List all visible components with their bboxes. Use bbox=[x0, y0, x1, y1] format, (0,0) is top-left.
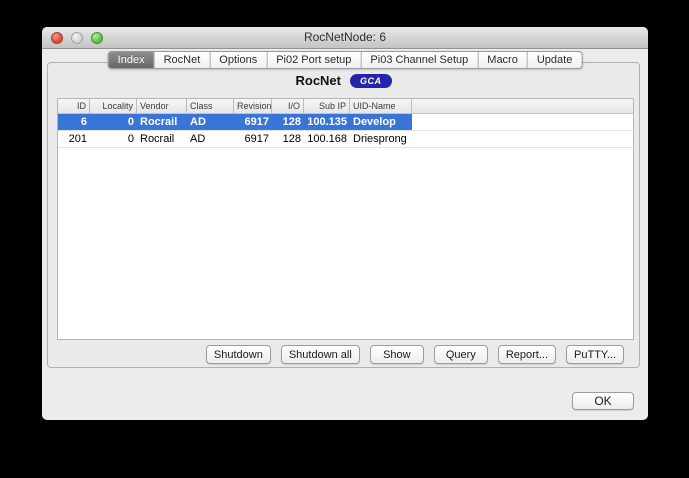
tab-index[interactable]: Index bbox=[108, 52, 155, 68]
tab-options[interactable]: Options bbox=[210, 52, 268, 68]
column-header-io[interactable]: I/O bbox=[272, 99, 304, 113]
close-icon[interactable] bbox=[51, 32, 63, 44]
gca-badge: GCA bbox=[350, 73, 392, 88]
column-header-vendor[interactable]: Vendor bbox=[137, 99, 187, 113]
shutdown-button[interactable]: Shutdown bbox=[205, 345, 271, 364]
table-header-row: ID Locality Vendor Class Revision I/O Su… bbox=[58, 99, 633, 114]
tab-macro[interactable]: Macro bbox=[478, 52, 528, 68]
zoom-icon[interactable] bbox=[91, 32, 103, 44]
cell-subip: 100.168 bbox=[307, 133, 347, 145]
cell-class: AD bbox=[187, 114, 234, 130]
report-button[interactable]: Report... bbox=[497, 345, 557, 364]
traffic-lights bbox=[51, 32, 103, 44]
column-header-subip[interactable]: Sub IP bbox=[304, 99, 350, 113]
cell-id: 201 bbox=[68, 133, 87, 145]
column-header-locality[interactable]: Locality bbox=[90, 99, 137, 113]
cell-id: 6 bbox=[58, 114, 90, 130]
cell-revision: 6917 bbox=[234, 114, 272, 130]
tab-pi02-port-setup[interactable]: Pi02 Port setup bbox=[267, 52, 362, 68]
query-button[interactable]: Query bbox=[433, 345, 488, 364]
rocnetnode-dialog: RocNetNode: 6 Index RocNet Options Pi02 … bbox=[42, 27, 648, 420]
cell-io: 128 bbox=[272, 114, 304, 130]
window-title: RocNetNode: 6 bbox=[303, 30, 387, 44]
cell-uidname: Driesprong bbox=[353, 133, 407, 145]
column-header-filler bbox=[412, 99, 633, 113]
putty-button[interactable]: PuTTY... bbox=[566, 345, 624, 364]
cell-vendor: Rocrail bbox=[137, 114, 187, 130]
column-header-revision[interactable]: Revision bbox=[234, 99, 272, 113]
column-header-class[interactable]: Class bbox=[187, 99, 234, 113]
tab-bar: Index RocNet Options Pi02 Port setup Pi0… bbox=[107, 51, 583, 69]
table-row[interactable]: 6 0 Rocrail AD 6917 128 100.135 Develop bbox=[58, 114, 633, 131]
screen-background: RocNetNode: 6 Index RocNet Options Pi02 … bbox=[0, 0, 689, 478]
cell-subip: 100.135 bbox=[304, 114, 350, 130]
column-header-id[interactable]: ID bbox=[58, 99, 90, 113]
tab-update[interactable]: Update bbox=[528, 52, 581, 68]
cell-locality: 0 bbox=[90, 114, 137, 130]
title-bar[interactable]: RocNetNode: 6 bbox=[42, 27, 648, 49]
tab-rocnet[interactable]: RocNet bbox=[155, 52, 211, 68]
rocnet-title: RocNet bbox=[295, 73, 341, 88]
column-header-uidname[interactable]: UID-Name bbox=[350, 99, 412, 113]
cell-locality: 0 bbox=[127, 133, 134, 145]
node-table: ID Locality Vendor Class Revision I/O Su… bbox=[57, 98, 634, 340]
cell-io: 128 bbox=[282, 133, 301, 145]
cell-revision: 6917 bbox=[244, 133, 269, 145]
table-row[interactable]: 201 0 Rocrail AD 6917 128 100.168 Driesp… bbox=[58, 131, 633, 148]
ok-button[interactable]: OK bbox=[572, 392, 634, 410]
minimize-icon[interactable] bbox=[71, 32, 83, 44]
shutdown-all-button[interactable]: Shutdown all bbox=[280, 345, 360, 364]
cell-uidname: Develop bbox=[350, 114, 412, 130]
cell-vendor: Rocrail bbox=[140, 133, 175, 145]
action-button-row: Shutdown Shutdown all Show Query Report.… bbox=[205, 345, 624, 364]
tab-pi03-channel-setup[interactable]: Pi03 Channel Setup bbox=[361, 52, 479, 68]
show-button[interactable]: Show bbox=[369, 345, 424, 364]
panel-heading: RocNet GCA bbox=[48, 73, 639, 88]
index-tab-panel: RocNet GCA ID Locality Vendor Class Revi… bbox=[47, 62, 640, 368]
cell-class: AD bbox=[190, 133, 206, 145]
